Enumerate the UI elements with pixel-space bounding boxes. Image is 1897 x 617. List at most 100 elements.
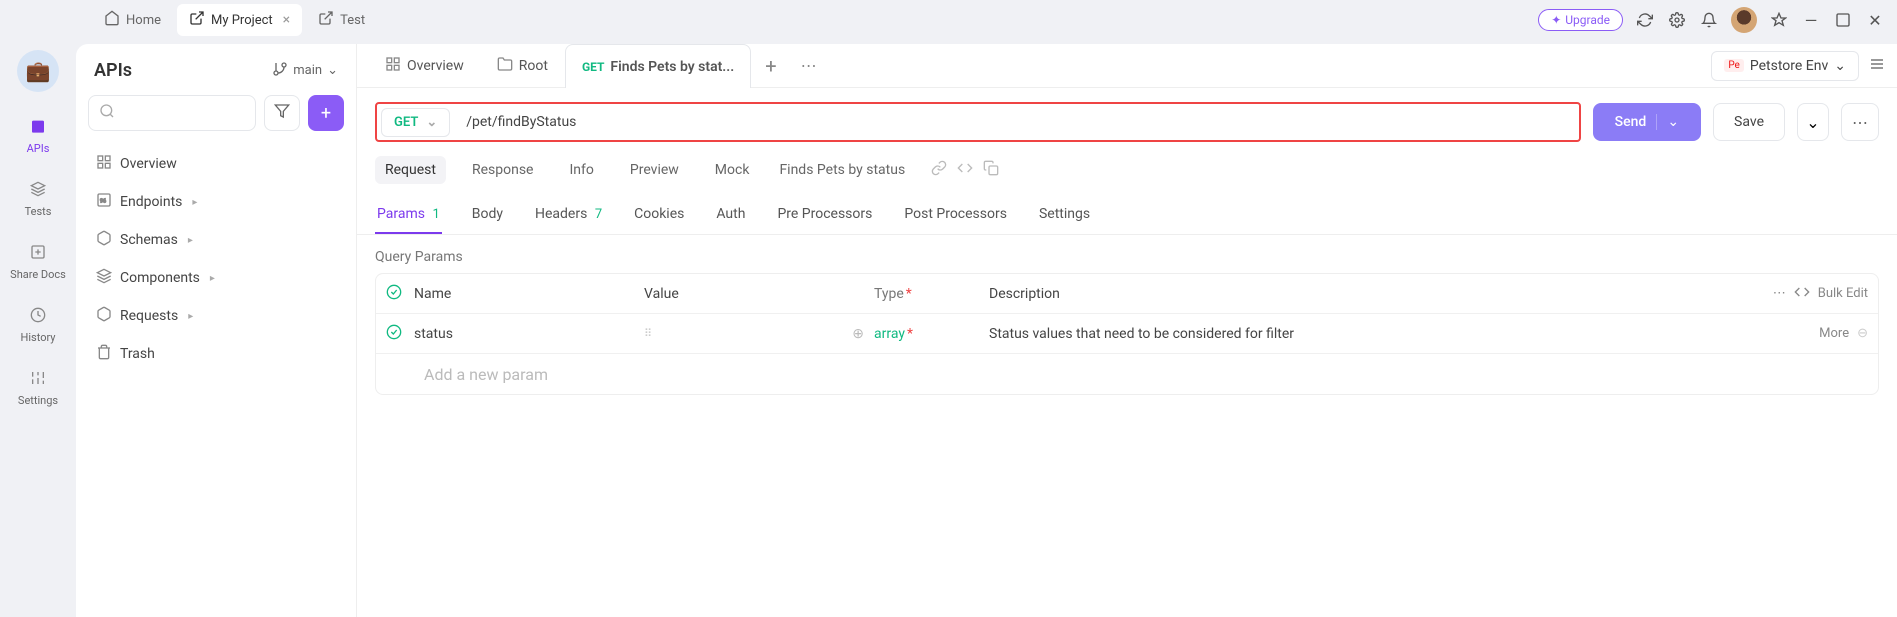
branch-icon: [272, 61, 288, 81]
save-button[interactable]: Save: [1713, 103, 1785, 141]
nav-label: APIs: [27, 142, 50, 155]
save-dropdown[interactable]: ⌄: [1797, 103, 1829, 141]
remove-icon[interactable]: ⊖: [1857, 326, 1868, 341]
filter-button[interactable]: [264, 95, 300, 131]
nav-label: Tests: [25, 205, 52, 218]
ptab-body[interactable]: Body: [470, 198, 505, 234]
gear-icon[interactable]: [1667, 10, 1687, 30]
stab-response[interactable]: Response: [462, 156, 544, 184]
env-selector[interactable]: Pe Petstore Env ⌄: [1711, 51, 1859, 81]
stab-request[interactable]: Request: [375, 156, 446, 184]
env-label: Petstore Env: [1750, 58, 1828, 74]
ptab-cookies[interactable]: Cookies: [632, 198, 686, 234]
url-input[interactable]: [454, 114, 1578, 130]
ctab-root[interactable]: Root: [481, 44, 565, 88]
close-icon[interactable]: ×: [283, 12, 290, 28]
add-value-icon[interactable]: ⊕: [852, 326, 864, 342]
param-type[interactable]: array*: [874, 326, 989, 342]
filter-icon: [274, 103, 290, 123]
grid-icon: [385, 56, 401, 76]
check-all[interactable]: [386, 284, 414, 304]
refresh-icon[interactable]: [1635, 10, 1655, 30]
nav-label: Share Docs: [10, 268, 66, 281]
method-selector[interactable]: GET ⌄: [381, 108, 450, 137]
pin-icon[interactable]: [1769, 10, 1789, 30]
nav-tests[interactable]: Tests: [25, 177, 52, 218]
drag-icon[interactable]: ⠿: [644, 327, 652, 340]
nav-settings[interactable]: Settings: [18, 366, 58, 407]
tree-overview[interactable]: Overview: [88, 145, 344, 183]
save-label: Save: [1734, 114, 1764, 130]
workspace-icon[interactable]: 💼: [17, 50, 59, 92]
ctab-finds-pets[interactable]: GET Finds Pets by stat...: [565, 44, 751, 88]
nav-apis[interactable]: APIs: [26, 114, 50, 155]
nav-history[interactable]: History: [21, 303, 56, 344]
code-icon[interactable]: [957, 160, 973, 180]
copy-icon[interactable]: [983, 160, 999, 180]
sparkle-icon: ✦: [1551, 13, 1561, 27]
col-desc: Description: [989, 286, 1768, 302]
tab-test[interactable]: Test: [306, 4, 377, 36]
tab-more-icon[interactable]: ⋯: [791, 56, 827, 75]
chevron-down-icon[interactable]: ⌄: [1656, 114, 1679, 130]
code-icon[interactable]: [1794, 284, 1810, 304]
nav-share-docs[interactable]: Share Docs: [10, 240, 66, 281]
tree-endpoints[interactable]: 96 Endpoints ▸: [88, 183, 344, 221]
tree-requests[interactable]: Requests ▸: [88, 297, 344, 335]
ctab-label: Finds Pets by stat...: [610, 59, 734, 75]
ptab-badge: 7: [595, 207, 602, 222]
svg-text:96: 96: [100, 199, 106, 205]
ptab-params[interactable]: Params 1: [375, 198, 442, 234]
cube-icon: [96, 230, 112, 250]
external-icon: [318, 10, 334, 30]
minimize-icon[interactable]: —: [1801, 10, 1821, 30]
tab-my-project[interactable]: My Project ×: [177, 4, 302, 36]
more-button[interactable]: ⋯: [1841, 103, 1879, 141]
stab-info[interactable]: Info: [559, 156, 603, 184]
ptab-post[interactable]: Post Processors: [902, 198, 1009, 234]
branch-selector[interactable]: main ⌄: [272, 61, 338, 81]
ptab-label: Headers: [535, 206, 587, 222]
ptab-settings[interactable]: Settings: [1037, 198, 1092, 234]
method-label: GET: [394, 115, 418, 130]
more-icon[interactable]: ⋯: [1773, 286, 1786, 301]
url-box: GET ⌄: [375, 102, 1581, 142]
search-input[interactable]: [88, 95, 256, 131]
tree-label: Requests: [120, 308, 178, 324]
upgrade-button[interactable]: ✦ Upgrade: [1538, 9, 1623, 31]
row-more[interactable]: More: [1819, 326, 1849, 341]
tree-components[interactable]: Components ▸: [88, 259, 344, 297]
tab-home[interactable]: Home: [92, 4, 173, 36]
link-icon[interactable]: [931, 160, 947, 180]
ptab-auth[interactable]: Auth: [714, 198, 747, 234]
add-tab-button[interactable]: +: [751, 54, 790, 78]
ptab-headers[interactable]: Headers 7: [533, 198, 604, 234]
param-name[interactable]: status: [414, 326, 644, 342]
branch-name: main: [293, 63, 322, 78]
tree-trash[interactable]: Trash: [88, 335, 344, 373]
hamburger-icon[interactable]: [1869, 56, 1885, 76]
bell-icon[interactable]: [1699, 10, 1719, 30]
row-check[interactable]: [386, 324, 414, 344]
stab-mock[interactable]: Mock: [705, 156, 760, 184]
ptab-pre[interactable]: Pre Processors: [775, 198, 874, 234]
tab-label: Home: [126, 13, 161, 28]
bulk-edit-link[interactable]: Bulk Edit: [1818, 286, 1868, 301]
stab-preview[interactable]: Preview: [620, 156, 689, 184]
param-desc[interactable]: Status values that need to be considered…: [989, 326, 1768, 342]
param-value[interactable]: ⠿ ⊕: [644, 326, 874, 342]
ctab-overview[interactable]: Overview: [369, 44, 481, 88]
close-window-icon[interactable]: ✕: [1865, 10, 1885, 30]
chevron-down-icon: ⌄: [426, 115, 437, 130]
maximize-icon[interactable]: [1833, 10, 1853, 30]
table-header: Name Value Type* Description ⋯ Bulk Edit: [376, 274, 1878, 314]
add-button[interactable]: +: [308, 95, 344, 131]
table-row-ghost[interactable]: Add a new param: [376, 354, 1878, 394]
avatar[interactable]: [1731, 7, 1757, 33]
env-badge: Pe: [1724, 59, 1744, 72]
send-button[interactable]: Send ⌄: [1593, 103, 1701, 141]
tree-schemas[interactable]: Schemas ▸: [88, 221, 344, 259]
api-name: Finds Pets by status: [779, 162, 905, 178]
chevron-down-icon: ⌄: [1834, 58, 1846, 74]
ptab-label: Params: [377, 206, 425, 222]
